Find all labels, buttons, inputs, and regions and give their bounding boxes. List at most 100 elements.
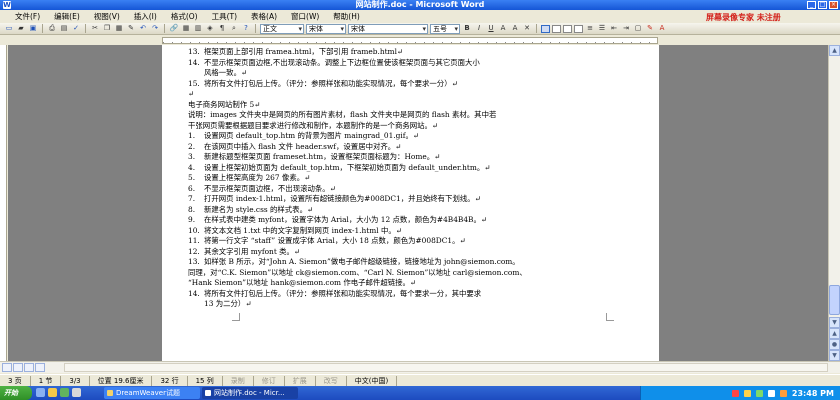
show-marks-icon[interactable]: ¶ bbox=[217, 24, 227, 33]
folder-icon[interactable] bbox=[48, 388, 57, 397]
document-line: 13. 如样张 B 所示，对“John A. Siemon”做电子邮件超级链接，链… bbox=[188, 257, 638, 268]
recorder-watermark: 屏幕录像专家 未注册 bbox=[706, 13, 781, 22]
align-center-button[interactable] bbox=[552, 24, 561, 33]
document-line: 1. 设置网页 default_top.htm 的背景为图片 maingrad_0… bbox=[188, 131, 638, 142]
font-color-icon[interactable]: A bbox=[657, 24, 667, 33]
scroll-up-arrow[interactable]: ▲ bbox=[829, 45, 840, 56]
normal-view-button[interactable] bbox=[2, 363, 12, 372]
scroll-down-arrow[interactable]: ▼ bbox=[829, 317, 840, 328]
browse-object-button[interactable]: ● bbox=[829, 339, 840, 350]
highlight-icon[interactable]: ✎ bbox=[645, 24, 655, 33]
web-view-button[interactable] bbox=[13, 363, 23, 372]
align-right-button[interactable] bbox=[563, 24, 572, 33]
vertical-ruler[interactable] bbox=[0, 45, 7, 361]
format-painter-icon[interactable]: ✎ bbox=[126, 24, 136, 33]
document-line: 9. 在样式表中建类 myfont，设置字体为 Arial，大小为 12 点数，颜… bbox=[188, 215, 638, 226]
menu-help[interactable]: 帮助(H) bbox=[326, 11, 367, 22]
numbering-icon[interactable]: ≡ bbox=[585, 24, 595, 33]
spelling-icon[interactable]: ✓ bbox=[71, 24, 81, 33]
toolbar-separator bbox=[164, 24, 165, 33]
outline-view-button[interactable] bbox=[35, 363, 45, 372]
tray-volume-icon[interactable] bbox=[767, 389, 775, 397]
scroll-thumb[interactable] bbox=[829, 285, 840, 315]
task-dreamweaver[interactable]: DreamWeaver试题 bbox=[104, 387, 200, 399]
help-icon[interactable]: ? bbox=[241, 24, 251, 33]
char-scale-icon[interactable]: ✕ bbox=[522, 24, 532, 33]
align-distributed-button[interactable] bbox=[574, 24, 583, 33]
toolbar-separator bbox=[42, 24, 43, 33]
zoom-icon[interactable]: ⌕ bbox=[229, 24, 239, 33]
formatting-toolbar: ▭ ▰ ▣ ⎙ ▤ ✓ ✂ ❐ ▦ ✎ ↶ ↷ 🔗 ▦ ▥ ◈ ¶ ⌕ ? 正文… bbox=[0, 23, 840, 35]
font-size-select[interactable]: 五号 bbox=[430, 23, 460, 34]
desktop-icon[interactable] bbox=[72, 388, 81, 397]
save-icon[interactable]: ▣ bbox=[28, 24, 38, 33]
undo-icon[interactable]: ↶ bbox=[138, 24, 148, 33]
task-word-document[interactable]: 网站制作.doc - Micr... bbox=[202, 387, 298, 399]
open-folder-icon[interactable]: ▰ bbox=[16, 24, 26, 33]
previous-page-button[interactable]: ▲ bbox=[829, 328, 840, 339]
status-track[interactable]: 修订 bbox=[254, 375, 285, 386]
document-page[interactable]: 13. 框架页面上部引用 framea.html，下部引用 frameb.html… bbox=[162, 45, 659, 361]
italic-button[interactable]: I bbox=[474, 24, 484, 33]
border-icon[interactable]: ▢ bbox=[633, 24, 643, 33]
cut-icon[interactable]: ✂ bbox=[90, 24, 100, 33]
copy-icon[interactable]: ❐ bbox=[102, 24, 112, 33]
maximize-button[interactable]: □ bbox=[818, 1, 827, 9]
status-page: 3 页 bbox=[0, 375, 31, 386]
style-select[interactable]: 正文 bbox=[260, 23, 304, 34]
menu-format[interactable]: 格式(O) bbox=[164, 11, 205, 22]
bold-button[interactable]: B bbox=[462, 24, 472, 33]
menu-edit[interactable]: 编辑(E) bbox=[47, 11, 87, 22]
menu-table[interactable]: 表格(A) bbox=[244, 11, 284, 22]
list-number: 15. bbox=[188, 78, 200, 88]
horizontal-ruler[interactable] bbox=[162, 37, 658, 44]
list-number: 13. bbox=[188, 47, 200, 56]
next-page-button[interactable]: ▼ bbox=[829, 350, 840, 361]
media-icon[interactable] bbox=[60, 388, 69, 397]
char-border-icon[interactable]: A bbox=[498, 24, 508, 33]
font-latin-select[interactable]: 宋体 bbox=[348, 23, 428, 34]
drawing-icon[interactable]: ◈ bbox=[205, 24, 215, 33]
align-justify-button[interactable] bbox=[541, 24, 550, 33]
print-preview-icon[interactable]: ▤ bbox=[59, 24, 69, 33]
ie-icon[interactable] bbox=[36, 388, 45, 397]
minimize-button[interactable]: _ bbox=[807, 1, 816, 9]
columns-icon[interactable]: ▥ bbox=[193, 24, 203, 33]
char-shading-icon[interactable]: A bbox=[510, 24, 520, 33]
redo-icon[interactable]: ↷ bbox=[150, 24, 160, 33]
close-button[interactable]: × bbox=[829, 1, 838, 9]
increase-indent-icon[interactable]: ⇥ bbox=[621, 24, 631, 33]
new-document-icon[interactable]: ▭ bbox=[4, 24, 14, 33]
line-text: 新建名为 style.css 的样式表。↵ bbox=[204, 204, 314, 214]
decrease-indent-icon[interactable]: ⇤ bbox=[609, 24, 619, 33]
font-east-select[interactable]: 宋体 bbox=[306, 23, 346, 34]
horizontal-scroll-track[interactable] bbox=[64, 363, 828, 372]
status-extend[interactable]: 扩展 bbox=[285, 375, 316, 386]
document-body[interactable]: 13. 框架页面上部引用 framea.html，下部引用 frameb.html… bbox=[188, 47, 638, 310]
start-button[interactable]: 开始 bbox=[0, 386, 32, 400]
title-bar: W 网站制作.doc - Microsoft Word _ □ × bbox=[0, 0, 840, 10]
status-bar: 3 页 1 节 3/3 位置 19.6厘米 32 行 15 列 录制 修订 扩展… bbox=[0, 374, 840, 386]
menu-window[interactable]: 窗口(W) bbox=[284, 11, 326, 22]
tray-network-icon[interactable] bbox=[755, 389, 763, 397]
menu-view[interactable]: 视图(V) bbox=[87, 11, 127, 22]
list-number: 2. bbox=[188, 141, 196, 151]
menu-file[interactable]: 文件(F) bbox=[8, 11, 47, 22]
status-overtype[interactable]: 改写 bbox=[316, 375, 347, 386]
bullets-icon[interactable]: ☰ bbox=[597, 24, 607, 33]
tray-recorder-icon[interactable] bbox=[731, 389, 739, 397]
tray-ime-icon[interactable] bbox=[743, 389, 751, 397]
print-view-button[interactable] bbox=[24, 363, 34, 372]
taskbar-clock: 23:48 PM bbox=[791, 388, 834, 398]
line-text: “Hank Siemon”以地址 hank@siemon.com 作电子邮件超链… bbox=[188, 278, 417, 287]
status-record[interactable]: 录制 bbox=[223, 375, 254, 386]
hyperlink-icon[interactable]: 🔗 bbox=[169, 24, 179, 33]
table-icon[interactable]: ▦ bbox=[181, 24, 191, 33]
paste-icon[interactable]: ▦ bbox=[114, 24, 124, 33]
menu-tools[interactable]: 工具(T) bbox=[205, 11, 244, 22]
menu-insert[interactable]: 插入(I) bbox=[127, 11, 164, 22]
underline-button[interactable]: U bbox=[486, 24, 496, 33]
tray-security-icon[interactable] bbox=[779, 389, 787, 397]
vertical-scrollbar[interactable]: ▲ ▼ ▲ ● ▼ bbox=[828, 45, 840, 361]
print-icon[interactable]: ⎙ bbox=[47, 24, 57, 33]
